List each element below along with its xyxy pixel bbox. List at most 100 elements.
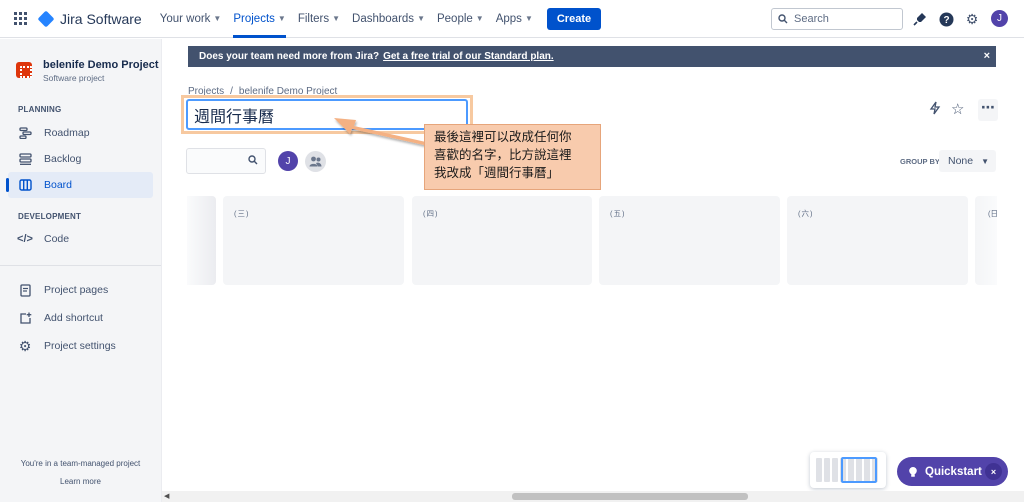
column-title: (六) [798,209,814,218]
scroll-left-icon[interactable]: ◀ [164,492,169,500]
sidebar-item-backlog[interactable]: Backlog [8,146,153,172]
project-header[interactable]: belenife Demo Project Software project [16,59,161,83]
jira-diamond-icon [37,10,55,27]
sidebar-item-label: Project pages [44,284,109,296]
sidebar-item-label: Roadmap [44,127,90,139]
nav-menu: Your work ▼ Projects ▼ Filters ▼ Dashboards… [160,0,602,38]
add-people-icon[interactable] [305,151,326,172]
annotation-line: 最後這裡可以改成任何你 [434,129,572,144]
chevron-down-icon: ▼ [277,14,286,23]
create-button[interactable]: Create [546,7,602,30]
project-sidebar: belenife Demo Project Software project P… [0,39,162,502]
sidebar-item-roadmap[interactable]: Roadmap [8,120,153,146]
more-options-icon[interactable]: ⋯ [978,99,998,121]
scrollbar-thumb[interactable] [512,493,748,500]
roadmap-icon [18,126,32,140]
settings-gear-icon[interactable]: ⚙ [964,11,980,27]
settings-icon: ⚙ [18,337,32,354]
jira-logo[interactable]: Jira Software [37,10,142,27]
sidebar-item-label: Board [44,179,73,191]
add-shortcut-icon [18,311,32,325]
sidebar-item-label: Backlog [44,153,82,165]
quickstart-button[interactable]: Quickstart × [897,457,1008,486]
group-by-label: GROUP BY [900,157,940,166]
quickstart-label: Quickstart [925,465,982,478]
board-column[interactable]: (四) [412,196,592,285]
sidebar-item-label: Add shortcut [44,312,103,324]
annotation-arrow-icon [334,118,426,145]
nav-people[interactable]: People ▼ [437,0,484,38]
project-icon [16,62,32,78]
sidebar-item-add-shortcut[interactable]: Add shortcut [8,305,153,331]
sidebar-item-project-settings[interactable]: ⚙ Project settings [8,333,153,359]
planning-section-label: PLANNING [18,105,62,114]
development-section-label: DEVELOPMENT [18,212,82,221]
nav-dashboards[interactable]: Dashboards ▼ [352,0,425,38]
board-column[interactable]: (三) [223,196,404,285]
chevron-down-icon: ▼ [981,156,990,166]
column-title: (五) [610,209,626,218]
column-title: (四) [423,209,439,218]
sidebar-footer: You're in a team-managed project Learn m… [0,459,161,486]
search-icon [248,155,258,165]
board-minimap[interactable] [810,452,886,488]
annotation-line: 我改成「週間行事曆」 [434,165,560,180]
upgrade-banner: Does your team need more from Jira? Get … [188,46,996,67]
board-column[interactable]: (五) [599,196,780,285]
close-icon[interactable]: × [984,50,990,62]
board-column-partial: (日 [975,196,997,285]
annotation-line: 喜歡的名字，比方說這裡 [434,147,572,162]
nav-your-work[interactable]: Your work ▼ [160,0,222,38]
lightning-icon[interactable] [929,101,941,118]
close-icon[interactable]: × [985,463,1002,480]
nav-label: Filters [297,12,330,25]
column-title: (日 [988,209,997,218]
sidebar-item-code[interactable]: </> Code [8,226,153,252]
search-box[interactable] [771,8,903,30]
nav-label: Your work [159,12,211,25]
sidebar-item-board[interactable]: Board [6,172,153,198]
horizontal-scrollbar[interactable]: ◀ [162,491,1024,502]
nav-label: Apps [495,12,522,25]
learn-more-link[interactable]: Learn more [0,477,161,486]
board-column[interactable]: (六) [787,196,968,285]
board-column-partial [187,196,216,285]
project-type: Software project [43,73,105,83]
sidebar-item-project-pages[interactable]: Project pages [8,277,153,303]
nav-filters[interactable]: Filters ▼ [298,0,340,38]
board-icon [18,178,32,192]
member-avatar[interactable]: J [278,151,298,171]
user-avatar[interactable]: J [991,10,1008,27]
help-icon[interactable]: ? [938,11,954,27]
group-by-select[interactable]: None ▼ [939,150,996,172]
search-icon [778,14,788,24]
banner-text: Does your team need more from Jira? [199,51,380,62]
svg-text:?: ? [943,15,949,26]
nav-label: People [436,12,473,25]
chevron-down-icon: ▼ [524,14,533,23]
nav-projects[interactable]: Projects ▼ [233,0,287,38]
nav-label: Dashboards [352,12,415,25]
nav-label: Projects [233,12,275,25]
minimap-viewport[interactable] [841,457,877,483]
chevron-down-icon: ▼ [213,14,222,23]
chevron-down-icon: ▼ [417,14,425,23]
star-icon[interactable]: ☆ [951,100,964,118]
sidebar-item-label: Project settings [44,340,116,352]
sidebar-item-label: Code [44,233,70,245]
annotation-callout: 最後這裡可以改成任何你 喜歡的名字，比方說這裡 我改成「週間行事曆」 [424,124,601,190]
notifications-icon[interactable] [912,11,928,27]
nav-apps[interactable]: Apps ▼ [496,0,533,38]
app-name: Jira Software [60,10,142,27]
project-name: belenife Demo Project [43,59,159,71]
pages-icon [18,283,32,297]
group-by-value: None [948,155,974,167]
banner-trial-link[interactable]: Get a free trial of our Standard plan. [383,51,554,62]
board-search-input[interactable] [186,148,266,174]
search-input[interactable] [794,13,894,25]
app-switcher-icon[interactable] [14,11,28,26]
chevron-down-icon: ▼ [475,14,484,23]
column-title: (三) [234,209,250,218]
team-managed-note: You're in a team-managed project [20,459,141,468]
backlog-icon [18,152,32,166]
